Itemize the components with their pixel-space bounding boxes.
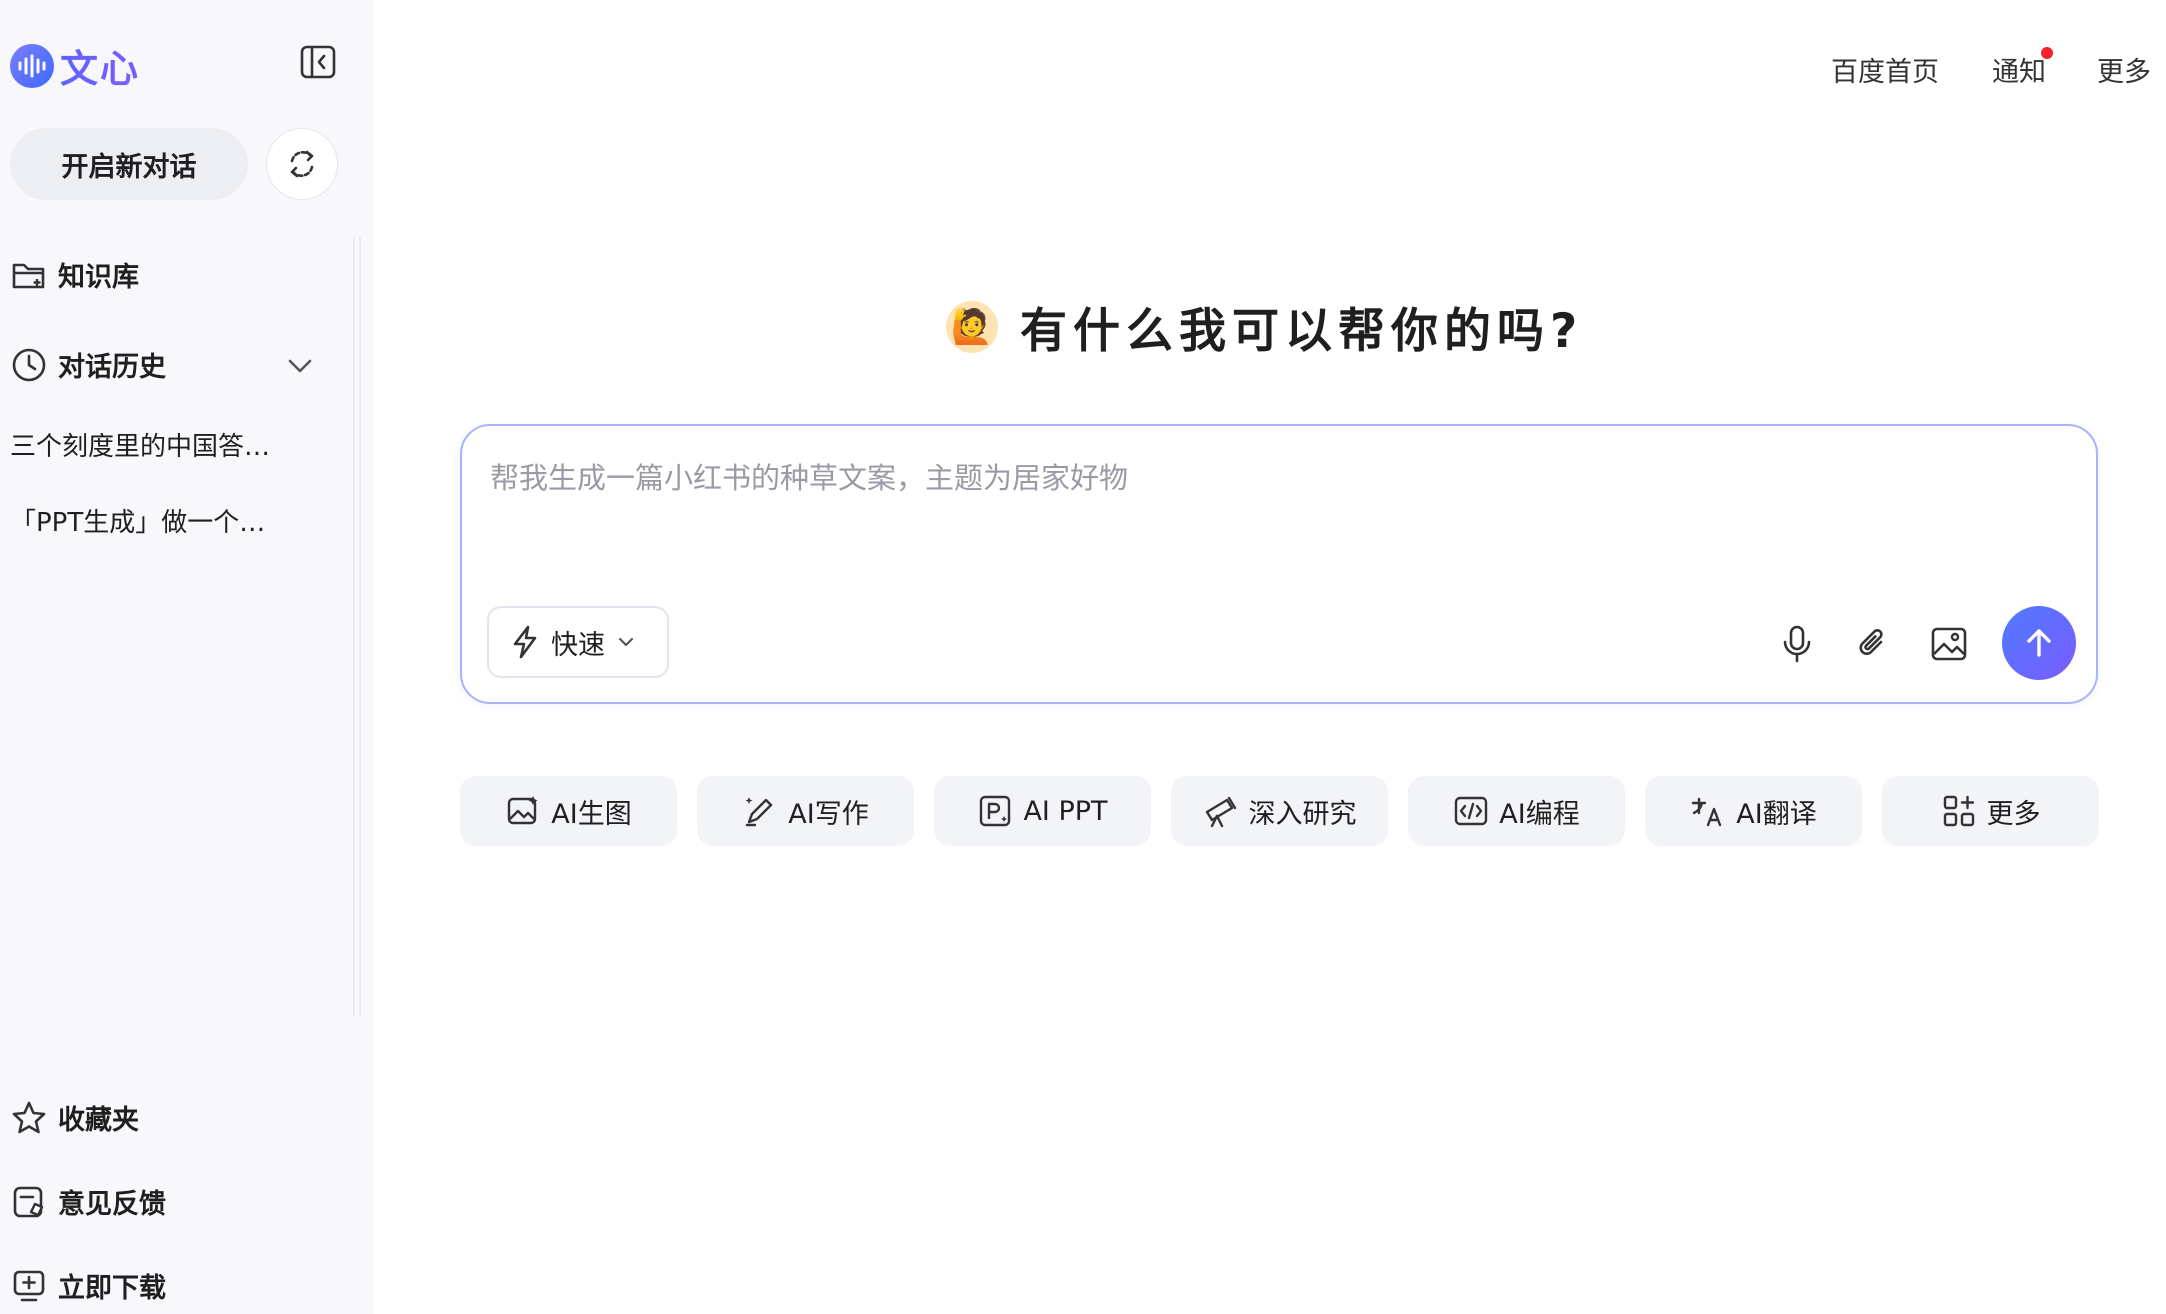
chat-input-box: 快速 [460,424,2098,704]
image-upload-icon[interactable] [1927,622,1971,666]
greeting: 🙋 有什么我可以帮你的吗? [946,292,1583,361]
quick-actions: AI生图 AI写作 AI PPT 深入研究 AI编程 AI翻译 更多 [460,776,2099,846]
refresh-button[interactable] [266,128,338,200]
sidebar-collapse-icon [300,45,336,79]
sidebar-item-history[interactable]: 对话历史 [10,345,166,384]
chip-label: AI PPT [1023,795,1108,827]
clock-icon [10,346,48,384]
page-title: 有什么我可以帮你的吗? [1020,304,1584,359]
sidebar-item-label: 对话历史 [58,352,166,383]
sidebar-item-label: 知识库 [58,262,139,293]
mode-label: 快速 [551,629,605,661]
sidebar-item-label: 立即下载 [58,1273,166,1304]
raising-hand-emoji-icon: 🙋 [946,300,998,353]
chip-ai-translate[interactable]: AI翻译 [1645,776,1862,846]
chat-input[interactable] [490,448,2050,508]
code-icon [1453,793,1489,829]
more-link[interactable]: 更多 [2097,50,2151,89]
pen-icon [742,793,778,829]
feedback-icon [10,1183,48,1221]
chip-label: AI编程 [1499,798,1580,830]
folder-icon [10,256,48,294]
apps-icon [1941,793,1977,829]
chip-label: 深入研究 [1248,798,1357,830]
notifications-link[interactable]: 通知 [1992,50,2046,89]
sidebar-item-feedback[interactable]: 意见反馈 [10,1182,166,1221]
sidebar-item-knowledge[interactable]: 知识库 [10,255,139,294]
chip-label: AI生图 [551,798,632,830]
chip-ai-ppt[interactable]: AI PPT [934,776,1151,846]
microphone-icon[interactable] [1775,622,1819,666]
chip-ai-image[interactable]: AI生图 [460,776,677,846]
chevron-down-icon [615,631,637,653]
download-icon [10,1267,48,1305]
star-icon [10,1099,48,1137]
history-item[interactable]: 「PPT生成」做一个… [10,502,265,539]
image-gen-icon [505,793,541,829]
collapse-sidebar-button[interactable] [296,40,340,84]
attachment-icon[interactable] [1851,622,1895,666]
chip-ai-writing[interactable]: AI写作 [697,776,914,846]
sidebar: 文心 开启新对话 知识库 对话历史 三个刻度里的中国答… 「PPT生成」做一个…… [0,0,374,1314]
logo-wave-icon [10,43,54,88]
refresh-icon [290,150,314,178]
sidebar-item-label: 收藏夹 [58,1105,139,1136]
logo-text: 文心 [60,38,140,93]
chip-label: AI翻译 [1736,798,1817,830]
sidebar-item-label: 意见反馈 [58,1189,166,1220]
baidu-home-link[interactable]: 百度首页 [1831,50,1939,89]
chip-ai-coding[interactable]: AI编程 [1408,776,1625,846]
sidebar-item-favorites[interactable]: 收藏夹 [10,1098,139,1137]
telescope-icon [1203,793,1239,829]
new-chat-button[interactable]: 开启新对话 [10,128,248,200]
logo[interactable]: 文心 [10,38,140,93]
send-button[interactable] [2002,606,2076,680]
notification-badge [2041,47,2053,59]
history-item[interactable]: 三个刻度里的中国答… [10,426,270,463]
ppt-icon [977,793,1013,829]
chip-deep-research[interactable]: 深入研究 [1171,776,1388,846]
arrow-up-icon [2027,629,2051,657]
lightning-icon [509,624,541,660]
sidebar-item-download[interactable]: 立即下载 [10,1266,166,1305]
chip-more[interactable]: 更多 [1882,776,2099,846]
mode-select[interactable]: 快速 [487,606,669,678]
sidebar-scrollbar[interactable] [353,236,361,1016]
translate-icon [1690,793,1726,829]
chip-label: AI写作 [788,798,869,830]
chevron-down-icon[interactable] [284,350,316,382]
chip-label: 更多 [1986,798,2041,830]
